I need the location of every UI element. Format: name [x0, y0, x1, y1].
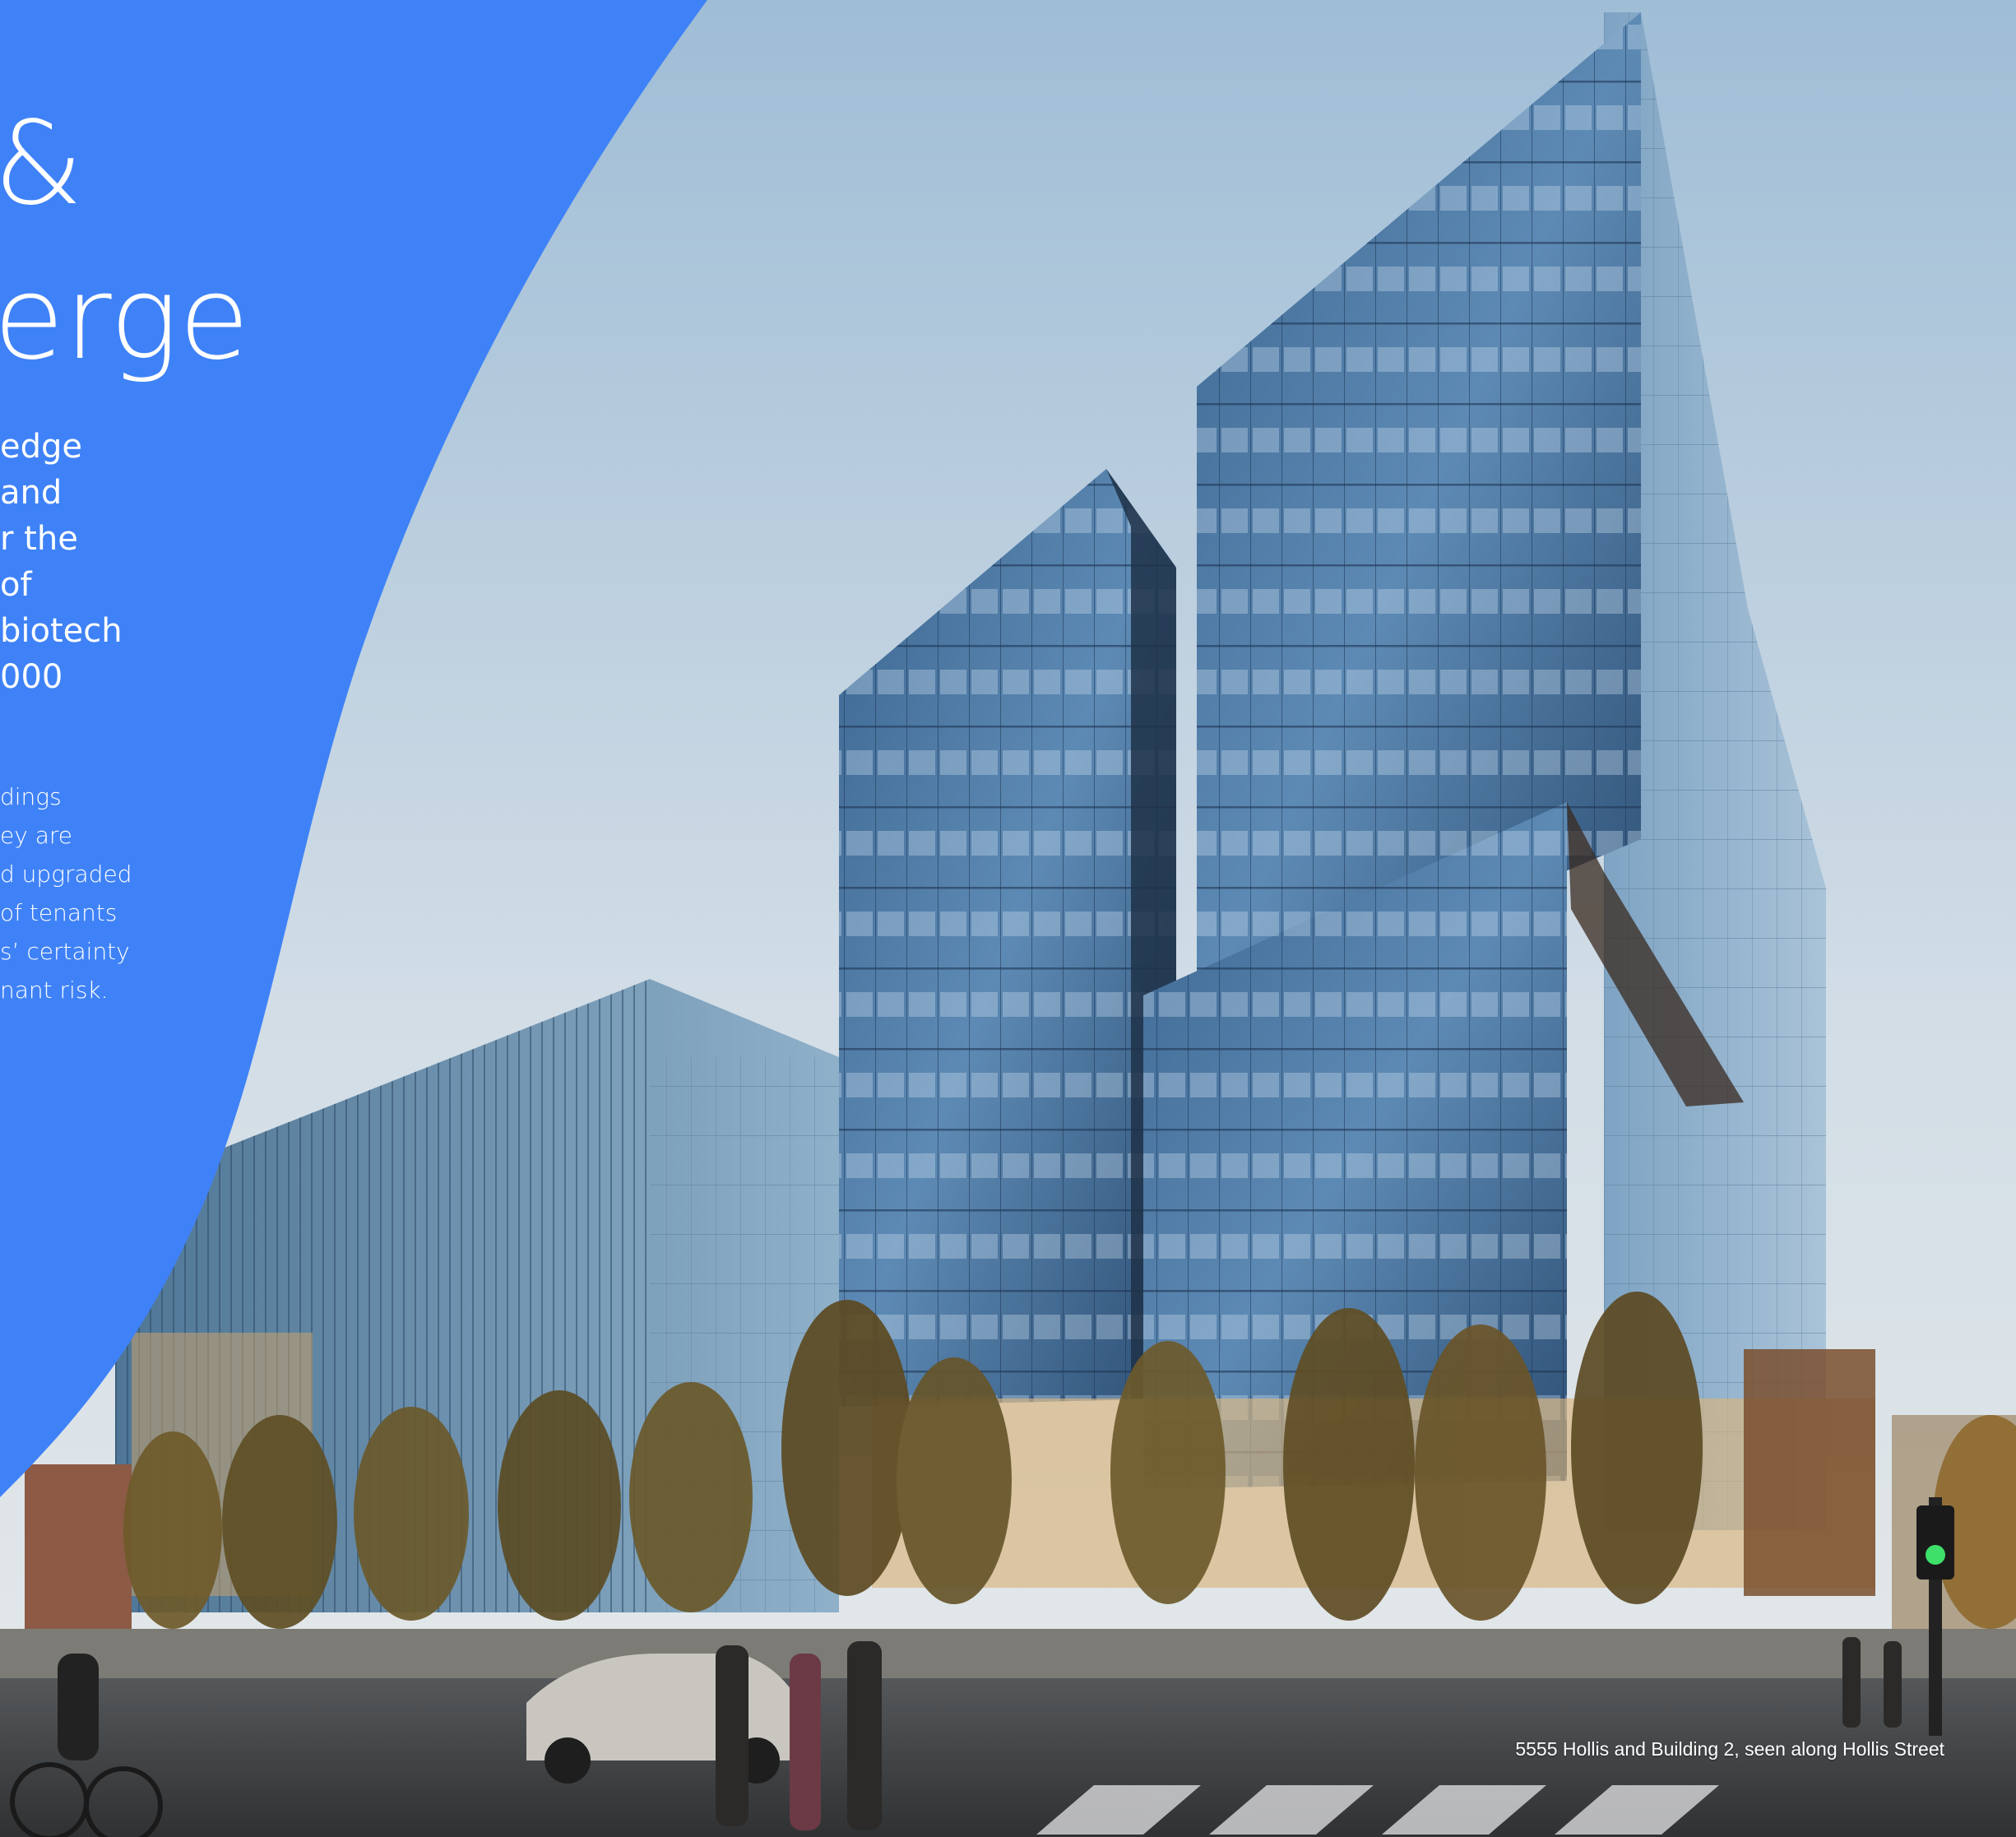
body-line-5: s’ certainty [0, 938, 130, 965]
photo-caption: 5555 Hollis and Building 2, seen along H… [1515, 1738, 1944, 1760]
body-line-6: nant risk. [0, 976, 109, 1004]
body-line-4: of tenants [0, 899, 118, 926]
body-line-3: d upgraded [0, 861, 132, 888]
tower-base-wood [1744, 1349, 1875, 1596]
body-line-2: ey are [0, 822, 72, 849]
brick-building [25, 1464, 132, 1645]
lead-line-1: edge [0, 428, 82, 466]
lead-line-4: of [0, 566, 32, 604]
building-rendering-photo [0, 0, 2016, 1837]
heading-line-2: erge [0, 252, 250, 386]
lead-line-2: and [0, 474, 63, 512]
lead-line-5: biotech [0, 612, 123, 650]
lead-line-6: 000 [0, 658, 63, 696]
heading-line-1: & [0, 97, 84, 231]
lead-line-3: r the [0, 520, 78, 558]
body-line-1: dings [0, 783, 62, 810]
